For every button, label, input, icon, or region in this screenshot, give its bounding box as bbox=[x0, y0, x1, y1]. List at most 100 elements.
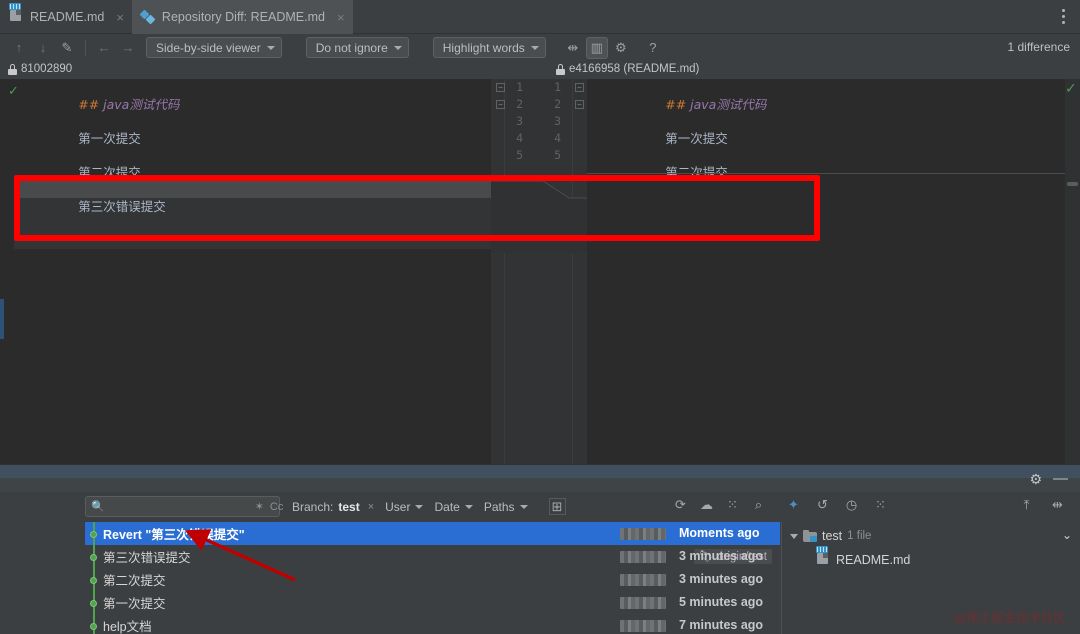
author-name-redacted bbox=[620, 620, 666, 632]
author-name-redacted bbox=[620, 574, 666, 586]
commit-graph-node bbox=[85, 545, 103, 568]
help-icon[interactable]: ? bbox=[642, 37, 664, 59]
diff-pane-left[interactable]: ✓ ## java测试代码 第一次提交 第二次提交 第三次错误提交 bbox=[0, 79, 491, 464]
lock-icon bbox=[8, 63, 17, 75]
close-icon[interactable]: × bbox=[368, 501, 374, 513]
show-whitespace-icon[interactable]: ▥ bbox=[585, 36, 608, 59]
line-number-left: 5 bbox=[516, 148, 523, 162]
diff-scrollbar[interactable]: ✓ bbox=[1065, 79, 1080, 464]
fold-marker-icon[interactable]: − bbox=[575, 100, 584, 109]
branch-filter-prefix: Branch: bbox=[292, 499, 334, 514]
gutter-divider bbox=[572, 79, 573, 464]
commit-graph-node bbox=[85, 614, 103, 634]
paths-filter[interactable]: Paths bbox=[484, 500, 528, 514]
toolbar-separator bbox=[85, 39, 86, 56]
viewer-mode-label: Side-by-side viewer bbox=[156, 40, 261, 55]
commit-graph-node bbox=[85, 591, 103, 614]
edit-source-icon[interactable]: ✎ bbox=[56, 37, 78, 59]
ignore-mode-dropdown[interactable]: Do not ignore bbox=[305, 37, 409, 58]
chevron-down-icon bbox=[393, 45, 402, 50]
expand-all-icon[interactable]: ⇹ bbox=[1049, 496, 1066, 513]
navigate-forward-icon[interactable]: → bbox=[117, 37, 139, 59]
deleted-hunk-marker bbox=[587, 173, 1065, 174]
chevron-down-icon bbox=[266, 45, 275, 50]
line-number-right: 5 bbox=[554, 148, 561, 162]
scrollbar-marker bbox=[1067, 182, 1078, 186]
changed-file-item[interactable]: README.md bbox=[782, 545, 1080, 570]
highlight-mode-dropdown[interactable]: Highlight words bbox=[432, 37, 546, 58]
diff-hunk-connector bbox=[491, 180, 587, 253]
changed-files-count: 1 file bbox=[847, 530, 872, 542]
tab-label: README.md bbox=[30, 10, 105, 24]
fetch-icon[interactable]: ☁ bbox=[698, 496, 715, 513]
fold-marker-icon[interactable]: − bbox=[575, 83, 584, 92]
user-filter-label: User bbox=[385, 499, 411, 514]
cherry-pick-icon[interactable]: ✦ bbox=[785, 496, 802, 513]
diff-pane-right[interactable]: ## java测试代码 第一次提交 第二次提交 bbox=[587, 79, 1065, 464]
line-number-left: 4 bbox=[516, 131, 523, 145]
previous-difference-icon[interactable]: ↑ bbox=[8, 37, 30, 59]
expand-details-chevron-icon[interactable]: ⌄ bbox=[1062, 528, 1074, 542]
left-scrollbar-thumb[interactable] bbox=[0, 299, 4, 339]
hide-panel-icon[interactable]: — bbox=[1053, 470, 1068, 487]
commit-date: 5 minutes ago bbox=[679, 595, 764, 609]
date-filter[interactable]: Date bbox=[434, 499, 473, 514]
user-filter[interactable]: User bbox=[385, 499, 424, 514]
collapse-unchanged-fragments-icon[interactable]: ⇹ bbox=[562, 37, 584, 59]
close-icon[interactable]: × bbox=[337, 10, 345, 25]
search-icon[interactable]: ⌕ bbox=[750, 496, 767, 513]
branch-filter[interactable]: Branch: test × bbox=[292, 500, 374, 514]
line-number-right: 4 bbox=[554, 131, 561, 145]
line-number-right: 2 bbox=[554, 97, 561, 111]
chevron-down-icon bbox=[530, 45, 539, 50]
inspection-ok-check-icon: ✓ bbox=[1065, 80, 1077, 96]
right-revision-header: e4166958 (README.md) bbox=[556, 63, 699, 75]
date-filter-label: Date bbox=[434, 499, 460, 514]
next-difference-icon[interactable]: ↓ bbox=[32, 37, 54, 59]
commit-author-column bbox=[620, 522, 675, 634]
lock-icon bbox=[556, 63, 565, 75]
refresh-icon[interactable]: ⟳ bbox=[672, 496, 689, 513]
viewer-mode-dropdown[interactable]: Side-by-side viewer bbox=[146, 37, 282, 58]
paths-filter-label: Paths bbox=[483, 499, 515, 514]
code-line-text-deleted: 第三次错误提交 bbox=[78, 199, 166, 214]
search-input[interactable]: 🔍 ✶ Cc bbox=[85, 496, 283, 517]
commit-date: Moments ago bbox=[675, 522, 780, 545]
changed-files-root[interactable]: test 1 file bbox=[782, 526, 1080, 546]
match-case-toggle[interactable]: Cc bbox=[270, 501, 283, 513]
chevron-down-icon bbox=[519, 504, 528, 509]
settings-gear-icon[interactable]: ⚙ bbox=[1029, 471, 1042, 488]
chevron-down-icon[interactable] bbox=[790, 533, 798, 539]
diff-settings-gear-icon[interactable]: ⚙ bbox=[610, 37, 632, 59]
line-number-left: 2 bbox=[516, 97, 523, 111]
code-line-text: 第一次提交 bbox=[78, 131, 141, 146]
close-icon[interactable]: × bbox=[116, 10, 124, 25]
match-case-pin-icon[interactable]: ✶ bbox=[255, 500, 264, 513]
log-actions-group-2: ✦ ↺ ◷ ⁙ bbox=[785, 496, 889, 513]
revert-commit-icon[interactable]: ↺ bbox=[814, 496, 831, 513]
commit-subject: help文档 bbox=[103, 620, 152, 634]
ignore-mode-label: Do not ignore bbox=[315, 40, 388, 55]
highlight-mode-label: Highlight words bbox=[442, 40, 525, 55]
branches-icon[interactable]: ⁙ bbox=[724, 496, 741, 513]
left-revision-header: 81002890 bbox=[8, 63, 72, 75]
tab-readme-md[interactable]: README.md × bbox=[0, 0, 132, 34]
show-history-icon[interactable]: ◷ bbox=[843, 496, 860, 513]
more-options-icon[interactable] bbox=[1052, 4, 1074, 28]
search-field[interactable] bbox=[108, 500, 251, 513]
show-branches-icon[interactable]: ⁙ bbox=[872, 496, 889, 513]
chevron-down-icon bbox=[415, 504, 424, 509]
log-actions-group-1: ⟳ ☁ ⁙ ⌕ bbox=[672, 496, 767, 513]
commit-graph-node bbox=[85, 568, 103, 591]
collapse-all-icon[interactable]: ⤒ bbox=[1018, 496, 1035, 513]
tab-repository-diff-readme-md[interactable]: Repository Diff: README.md × bbox=[131, 0, 353, 34]
changed-file-label: README.md bbox=[836, 553, 911, 567]
code-line-text: ## java测试代码 bbox=[665, 97, 767, 112]
add-filter-icon[interactable]: ⊞ bbox=[548, 498, 566, 515]
branch-filter-value: test bbox=[338, 499, 360, 514]
changed-files-root-label: test bbox=[822, 529, 843, 543]
line-number-right: 3 bbox=[554, 114, 561, 128]
difference-count-label: 1 difference bbox=[1007, 40, 1071, 54]
navigate-back-icon[interactable]: ← bbox=[93, 37, 115, 59]
diff-line-number-gutter: − − − − 1 2 3 4 5 7 1 2 3 4 5 bbox=[491, 79, 587, 464]
